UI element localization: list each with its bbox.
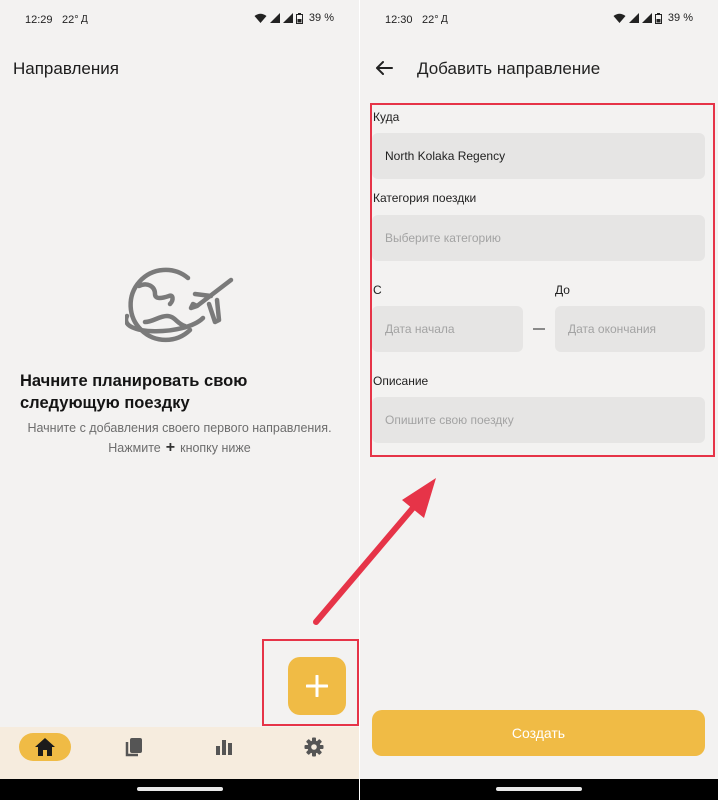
battery-percent: 39 % (667, 12, 693, 24)
battery-icon (654, 12, 662, 24)
globe-with-airplane-icon (125, 267, 234, 343)
status-bar: 12:29 22° Д 39 % (0, 0, 359, 40)
status-bar: 12:30 22° Д 39 % (360, 0, 718, 40)
bar-chart-icon (216, 740, 232, 755)
create-button[interactable]: Создать (372, 710, 705, 756)
documents-icon (125, 738, 142, 757)
home-gesture-pill[interactable] (136, 787, 223, 791)
fab-highlight-box (262, 639, 359, 726)
signal-2-icon (641, 13, 652, 23)
signal-icon (269, 13, 280, 23)
system-icons: 39 % (254, 12, 334, 24)
status-time: 12:30 (385, 14, 413, 26)
arrow-back-icon[interactable] (374, 58, 394, 78)
description-text-after: кнопку ниже (180, 441, 251, 455)
wifi-icon (613, 13, 626, 23)
signal-2-icon (282, 13, 293, 23)
form-highlight-box (370, 103, 715, 457)
home-gesture-pill[interactable] (496, 787, 582, 791)
bottom-navigation (0, 727, 359, 779)
status-temperature: 22° (62, 14, 79, 26)
nav-documents[interactable] (120, 733, 148, 761)
signal-icon (628, 13, 639, 23)
battery-icon (295, 12, 303, 24)
description-text-before: Нажмите (108, 441, 161, 455)
gear-icon (304, 737, 324, 757)
home-icon (35, 738, 55, 756)
nav-home[interactable] (19, 733, 71, 761)
nav-statistics[interactable] (210, 733, 238, 761)
system-navigation-bar (360, 779, 718, 800)
empty-state-description: Начните с добавления своего первого напр… (10, 418, 349, 458)
destinations-screen: 12:29 22° Д 39 % Направления Начните пла… (0, 0, 359, 800)
wifi-icon (254, 13, 267, 23)
empty-state-description-line2: Нажмите + кнопку ниже (10, 438, 349, 458)
empty-state-title: Начните планировать свою следующую поезд… (20, 372, 248, 412)
status-weather: Д (441, 14, 448, 25)
battery-percent: 39 % (308, 12, 334, 24)
status-temperature: 22° (422, 14, 439, 26)
system-icons: 39 % (613, 12, 693, 24)
annotation-arrow-icon (313, 478, 436, 625)
status-time: 12:29 (25, 14, 53, 26)
system-navigation-bar (0, 779, 359, 800)
empty-state-description-line1: Начните с добавления своего первого напр… (27, 421, 332, 435)
page-title: Направления (13, 59, 119, 78)
page-title: Добавить направление (417, 59, 601, 78)
inline-plus-icon: + (165, 439, 176, 456)
nav-settings[interactable] (300, 733, 328, 761)
status-weather: Д (81, 14, 88, 25)
